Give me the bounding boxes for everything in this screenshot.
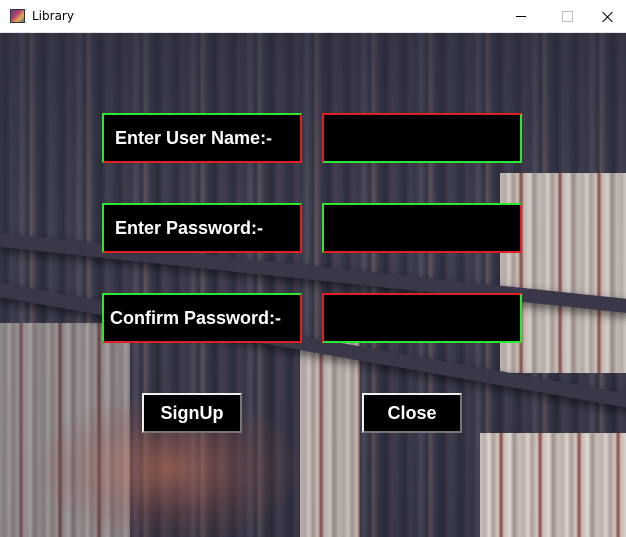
window-titlebar: Library — [0, 0, 626, 33]
window-title: Library — [32, 9, 74, 23]
username-input[interactable] — [322, 113, 522, 163]
username-label: Enter User Name:- — [102, 113, 302, 163]
library-app-icon — [10, 9, 25, 23]
maximize-icon — [561, 11, 573, 22]
minimize-button[interactable] — [498, 0, 544, 33]
background-books-right-lower — [480, 433, 626, 537]
background-books-middle — [300, 343, 360, 537]
confirm-password-input[interactable] — [322, 293, 522, 343]
signup-button[interactable]: SignUp — [142, 393, 242, 433]
close-window-button[interactable] — [590, 0, 626, 33]
maximize-button[interactable] — [544, 0, 590, 33]
close-icon — [602, 11, 614, 23]
confirm-password-label: Confirm Password:- — [102, 293, 302, 343]
password-label: Enter Password:- — [102, 203, 302, 253]
bookshelf-background-image — [0, 33, 626, 537]
password-input[interactable] — [322, 203, 522, 253]
close-button[interactable]: Close — [362, 393, 462, 433]
minimize-icon — [516, 16, 526, 17]
